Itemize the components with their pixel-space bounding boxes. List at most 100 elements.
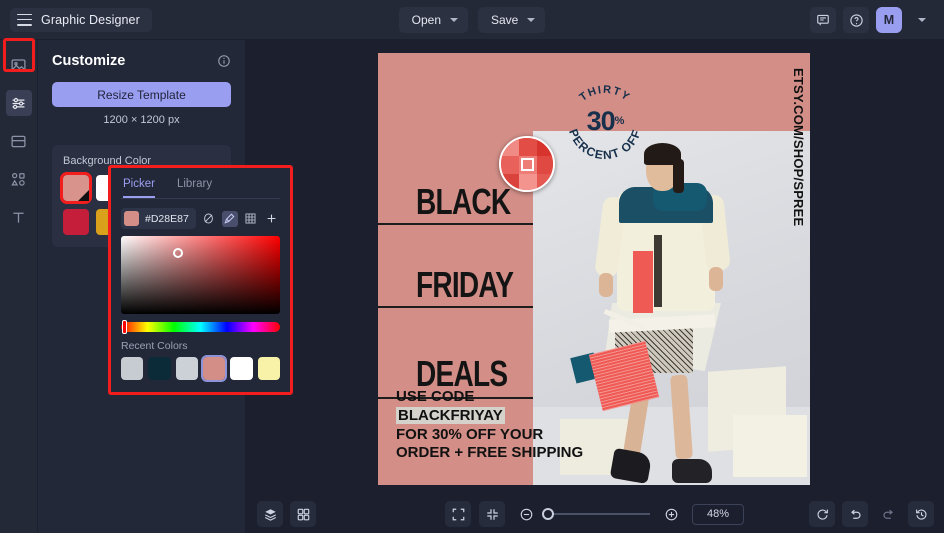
zoom-in-button[interactable]	[658, 501, 684, 527]
badge-center-number: 30	[586, 105, 616, 136]
layers-button[interactable]	[257, 501, 283, 527]
layers-icon	[264, 508, 276, 521]
layout-icon	[11, 135, 26, 147]
magnifier-pixel	[537, 156, 553, 174]
chevron-down-icon	[918, 18, 926, 22]
sidebar-item-images[interactable]	[6, 52, 32, 78]
add-color-button[interactable]	[264, 211, 280, 227]
save-button[interactable]: Save	[478, 7, 546, 33]
magnifier-target-square	[521, 158, 534, 171]
undo-button[interactable]	[842, 501, 868, 527]
sidebar-item-layouts[interactable]	[6, 128, 32, 154]
reset-button[interactable]	[809, 501, 835, 527]
sidebar-item-customize[interactable]	[5, 90, 32, 116]
bottom-bar: 48%	[245, 495, 944, 533]
undo-icon	[850, 509, 861, 519]
zoom-slider-handle[interactable]	[542, 508, 554, 520]
save-label: Save	[491, 13, 519, 27]
discount-badge[interactable]: THIRTY PERCENT OFF 30%	[562, 78, 648, 164]
hamburger-icon[interactable]	[17, 13, 32, 26]
sidebar-item-elements[interactable]	[6, 166, 32, 192]
divider-line-1	[378, 223, 533, 225]
zoom-in-icon	[665, 508, 677, 520]
design-canvas[interactable]: BLACK FRIDAY DEALS THIRTY PERCENT OFF 30…	[378, 53, 810, 485]
chevron-down-icon	[450, 18, 458, 22]
eyedropper-button[interactable]	[221, 210, 238, 227]
model-hair-side	[673, 159, 684, 193]
swatch-corner-icon	[78, 190, 89, 201]
hue-slider-handle[interactable]	[122, 320, 127, 334]
swatch-crimson[interactable]	[63, 209, 89, 235]
palette-grid-button[interactable]	[243, 211, 259, 227]
resize-template-button[interactable]: Resize Template	[52, 82, 231, 107]
tab-library[interactable]: Library	[177, 176, 212, 198]
zoom-out-button[interactable]	[513, 501, 539, 527]
history-icon	[915, 508, 926, 520]
image-icon	[11, 58, 26, 72]
shop-url-text[interactable]: ETSY.COM/SHOP/SPREE	[791, 68, 806, 226]
template-dimensions: 1200 × 1200 px	[103, 114, 180, 126]
top-right-actions: M	[810, 0, 935, 40]
magnifier-pixel	[519, 174, 537, 190]
open-label: Open	[411, 13, 441, 27]
swatch-selected[interactable]	[60, 172, 92, 204]
panel-header: Customize	[52, 53, 231, 69]
tool-rail	[0, 40, 38, 533]
promo-line-1: USE CODE	[396, 388, 475, 405]
sidebar-item-text[interactable]	[6, 204, 32, 230]
collapse-icon	[486, 508, 498, 520]
comment-button[interactable]	[810, 7, 836, 33]
zoom-slider[interactable]	[542, 508, 650, 520]
saturation-value-area[interactable]	[121, 236, 280, 314]
hex-row: #D28E87	[121, 208, 280, 229]
promo-line-3: FOR 30% OFF YOUR	[396, 425, 544, 443]
headline-1[interactable]: BLACK	[416, 181, 511, 223]
promo-code: BLACKFRIYAY	[396, 406, 505, 424]
garment-red-panel	[633, 251, 653, 313]
recent-color-swatch[interactable]	[175, 357, 198, 380]
recent-color-swatch[interactable]	[148, 357, 171, 380]
recent-color-swatch[interactable]	[257, 357, 280, 380]
account-menu-button[interactable]	[909, 7, 935, 33]
fit-screen-button[interactable]	[445, 501, 471, 527]
info-icon[interactable]	[217, 54, 231, 68]
history-button[interactable]	[908, 501, 934, 527]
recent-color-swatch-selected[interactable]	[200, 355, 228, 382]
sv-cursor[interactable]	[173, 248, 183, 258]
palette-grid-icon	[245, 213, 256, 224]
page-title: Customize	[52, 53, 126, 69]
magnifier-pixel	[501, 156, 519, 174]
headline-2[interactable]: FRIDAY	[416, 264, 514, 306]
redo-icon	[882, 509, 893, 519]
bottom-left-tools	[257, 501, 316, 527]
color-picker-popup[interactable]: Picker Library #D28E87 Recent Colors	[108, 165, 293, 395]
hex-field[interactable]: #D28E87	[121, 208, 196, 229]
grid-icon	[297, 508, 309, 520]
canvas-stage: BLACK FRIDAY DEALS THIRTY PERCENT OFF 30…	[245, 40, 944, 495]
magnifier-pixel	[519, 138, 537, 156]
model-hand-right	[709, 267, 723, 291]
recent-color-swatch[interactable]	[121, 357, 144, 380]
promo-line-4: ORDER + FREE SHIPPING	[396, 444, 584, 462]
current-color-chip	[124, 211, 139, 226]
tab-picker[interactable]: Picker	[123, 176, 155, 198]
no-color-button[interactable]	[201, 211, 217, 227]
hex-value: #D28E87	[145, 212, 189, 225]
avatar[interactable]: M	[876, 7, 902, 33]
recent-color-swatch[interactable]	[230, 357, 253, 380]
promo-text-block[interactable]: USE CODE BLACKFRIYAY FOR 30% OFF YOUR OR…	[396, 388, 583, 463]
promo-line-2: BLACKFRIYAY	[396, 406, 583, 426]
magnifier-pixel	[501, 174, 519, 190]
zoom-level-value[interactable]: 48%	[692, 503, 744, 525]
app-menu-button[interactable]: Graphic Designer	[10, 7, 152, 32]
text-icon	[13, 212, 24, 223]
open-button[interactable]: Open	[398, 7, 468, 33]
collapse-view-button[interactable]	[479, 501, 505, 527]
eyedropper-magnifier	[499, 136, 555, 192]
magnifier-pixel	[501, 138, 519, 156]
help-button[interactable]	[843, 7, 869, 33]
redo-button[interactable]	[875, 501, 901, 527]
hue-slider[interactable]	[121, 320, 280, 334]
garment-dark-stripe	[654, 235, 662, 307]
grid-button[interactable]	[290, 501, 316, 527]
